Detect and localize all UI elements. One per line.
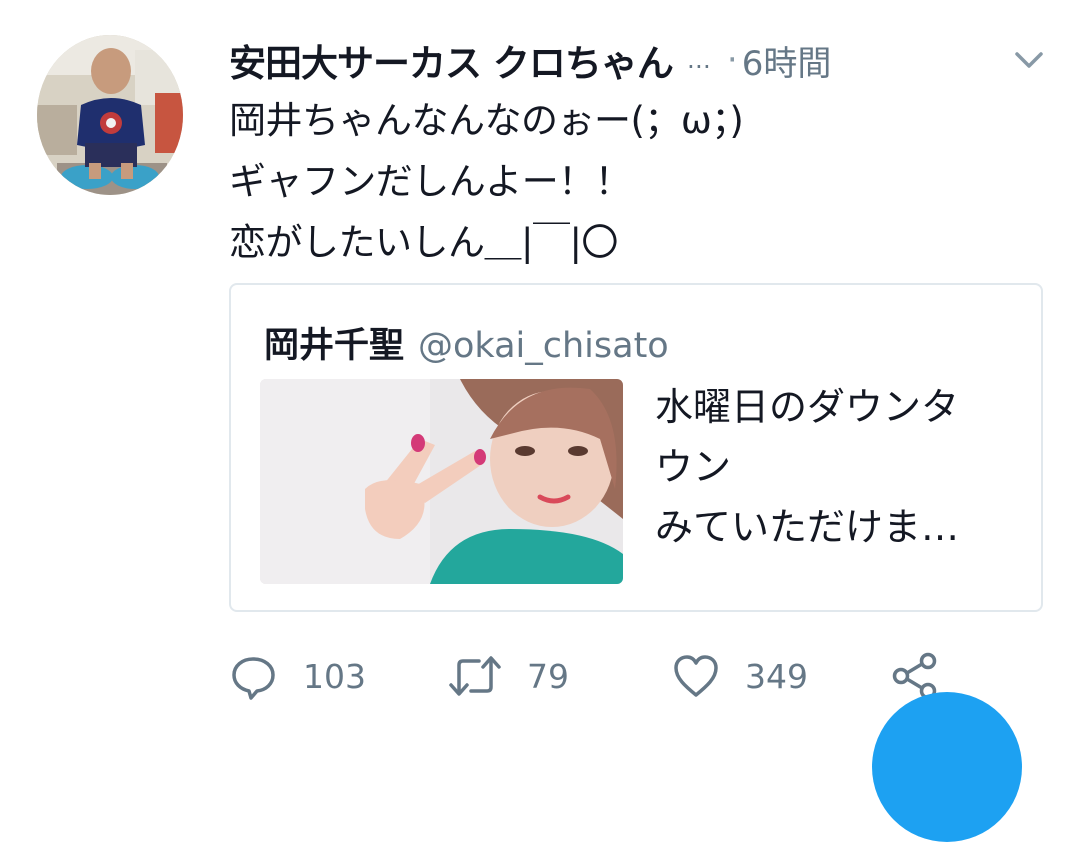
tweet-text: 岡井ちゃんなんなのぉー(；ω；) ギャフンだしんよー！！ 恋がしたいしん＿|￣|… xyxy=(229,90,1029,273)
quoted-tweet-header: 岡井千聖 @okai_chisato xyxy=(264,317,669,368)
meta-separator: · xyxy=(726,40,738,80)
quoted-text-line: みていただけま… xyxy=(655,505,960,549)
reply-count: 103 xyxy=(303,656,366,696)
quoted-author-handle: @okai_chisato xyxy=(418,326,669,366)
retweet-count: 79 xyxy=(527,656,569,696)
quoted-author-name: 岡井千聖 xyxy=(264,326,405,366)
tweet-timestamp[interactable]: 6時間 xyxy=(742,36,832,85)
tweet-text-line: 恋がしたいしん＿|￣|〇 xyxy=(229,221,618,264)
author-display-name[interactable]: 安田大サーカス クロちゃん xyxy=(229,33,674,87)
heart-icon xyxy=(674,655,718,697)
tweet-actions: 103 79 349 xyxy=(229,646,1009,706)
tweet-header: 安田大サーカス クロちゃん … · 6時間 xyxy=(229,32,1049,88)
retweet-button[interactable]: 79 xyxy=(447,646,569,706)
like-count: 349 xyxy=(745,656,808,696)
quoted-tweet-card[interactable]: 岡井千聖 @okai_chisato 水曜日のダウンタ ウン みていただけま… xyxy=(229,283,1043,612)
reply-button[interactable]: 103 xyxy=(229,646,366,706)
quoted-text-line: 水曜日のダウンタ xyxy=(655,385,960,429)
name-truncation-ellipsis: … xyxy=(686,46,711,74)
retweet-icon xyxy=(449,656,501,696)
author-avatar[interactable] xyxy=(37,35,183,195)
reply-icon xyxy=(232,657,275,700)
tweet-text-line: 岡井ちゃんなんなのぉー(；ω；) xyxy=(229,99,744,142)
quoted-tweet-text: 水曜日のダウンタ ウン みていただけま… xyxy=(655,377,1025,557)
chevron-down-icon[interactable] xyxy=(1009,44,1049,74)
like-button[interactable]: 349 xyxy=(671,646,808,706)
quoted-photo xyxy=(260,379,623,584)
quoted-text-line: ウン xyxy=(655,445,732,489)
compose-tweet-button[interactable] xyxy=(872,692,1022,842)
tweet-text-line: ギャフンだしんよー！！ xyxy=(229,160,632,203)
quoted-tweet-image[interactable] xyxy=(260,379,623,584)
avatar-photo xyxy=(37,35,183,195)
